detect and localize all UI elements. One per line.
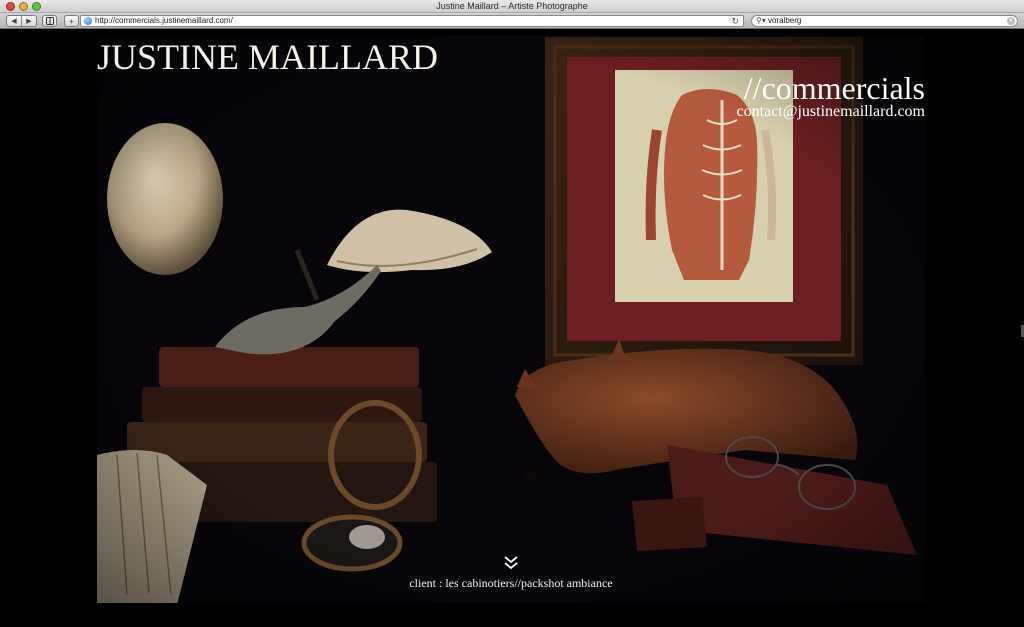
forward-arrow-icon: ▶	[26, 18, 32, 25]
clear-icon[interactable]: ✕	[1007, 17, 1015, 25]
nav-button-group: ◀ ▶	[6, 15, 37, 27]
address-bar[interactable]: http://commercials.justinemaillard.com/ …	[80, 15, 744, 27]
page-viewport: JUSTINE MAILLARD //commercials contact@j…	[0, 30, 1024, 627]
magnifier-icon: ⚲▾	[756, 16, 766, 25]
search-input[interactable]: voralberg	[768, 16, 801, 26]
url-field[interactable]: http://commercials.justinemaillard.com/	[95, 16, 695, 26]
plus-icon: +	[69, 16, 74, 26]
back-arrow-icon: ◀	[11, 18, 17, 25]
bookmarks-button[interactable]	[42, 15, 57, 27]
book-icon	[45, 17, 54, 25]
globe-icon	[84, 17, 92, 25]
double-chevron-down-icon[interactable]	[502, 555, 520, 571]
back-button[interactable]: ◀	[7, 16, 21, 26]
forward-button[interactable]: ▶	[21, 16, 36, 26]
browser-toolbar: ◀ ▶ + http://commercials.justinemaillard…	[0, 13, 1024, 29]
photo-caption: client : les cabinotiers//packshot ambia…	[409, 576, 613, 590]
window-title: Justine Maillard – Artiste Photographe	[436, 1, 588, 11]
search-bar[interactable]: ⚲▾ voralberg ✕	[751, 15, 1018, 27]
contact-email-link[interactable]: contact@justinemaillard.com	[737, 103, 925, 121]
add-bookmark-button[interactable]: +	[64, 15, 79, 27]
window-titlebar: Justine Maillard – Artiste Photographe	[0, 0, 1024, 13]
site-title[interactable]: JUSTINE MAILLARD	[97, 37, 438, 77]
reload-icon[interactable]: ↻	[731, 16, 739, 26]
section-title[interactable]: //commercials	[744, 70, 925, 106]
